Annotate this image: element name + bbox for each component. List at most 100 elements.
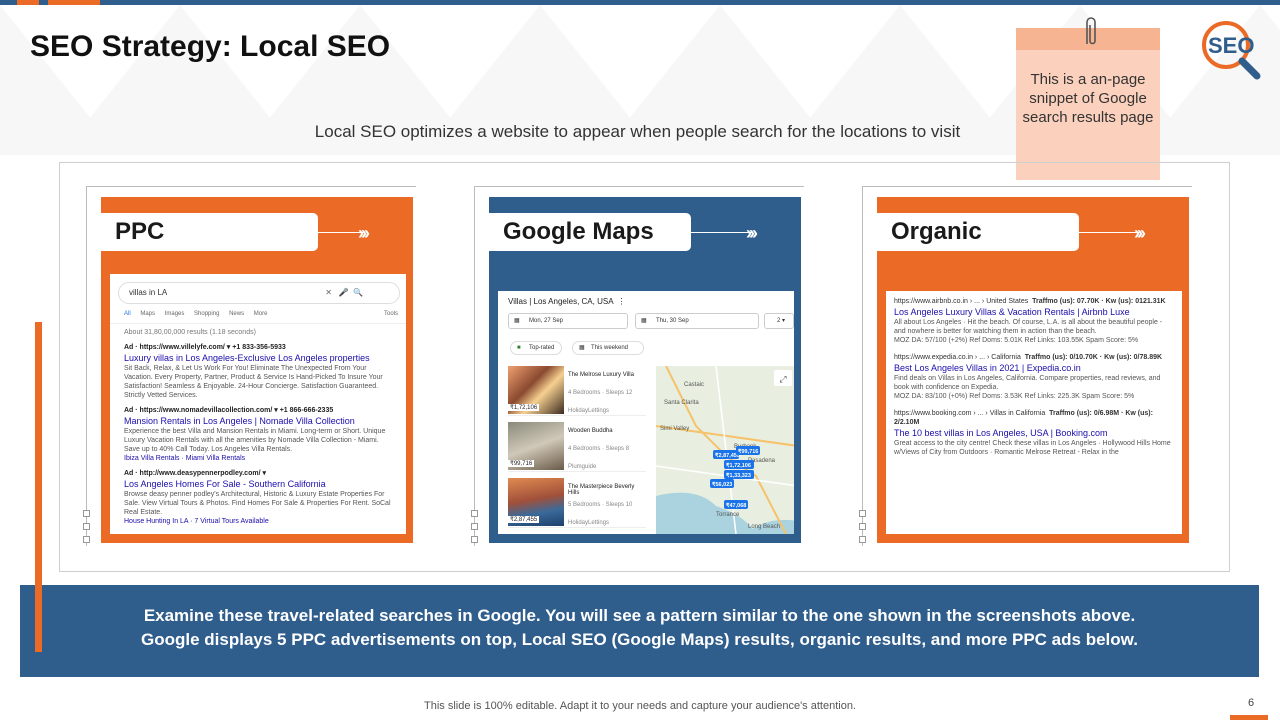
page-accent-bar xyxy=(1230,715,1268,720)
ad-title-link[interactable]: Los Angeles Homes For Sale - Southern Ca… xyxy=(124,478,396,490)
connector-line xyxy=(1079,232,1141,233)
result-url: https://www.expedia.co.in › ... › Califo… xyxy=(894,354,1163,361)
tab-maps[interactable]: Maps xyxy=(140,311,155,317)
organic-screenshot: https://www.airbnb.co.in › ... › United … xyxy=(886,291,1182,534)
ad-title-link[interactable]: Mansion Rentals in Los Angeles | Nomade … xyxy=(124,415,396,427)
clear-icon[interactable]: ✕ 🎤 🔍 xyxy=(325,283,363,303)
tab-all[interactable]: All xyxy=(124,311,131,317)
calendar-icon: ▦ xyxy=(579,345,585,351)
sticky-note: This is a an-page snippet of Google sear… xyxy=(1016,28,1160,180)
result-description: Great access to the city centre! Check t… xyxy=(894,440,1171,456)
map-price-pin: ₹56,023 xyxy=(712,481,732,488)
ad-title-link[interactable]: Luxury villas in Los Angeles-Exclusive L… xyxy=(124,352,396,364)
left-accent-bar xyxy=(35,322,42,652)
hotel-listing[interactable]: ₹1,72,106 The Melrose Luxury Villa 4 Bed… xyxy=(508,366,646,416)
hotel-host: Plumguide xyxy=(568,464,597,470)
result-moz-stats: MOZ DA: 57/100 (+2%) Ref Doms: 5.01K Ref… xyxy=(894,337,1139,344)
ppc-label: PPC xyxy=(101,213,318,251)
result-title-link[interactable]: Best Los Angeles Villas in 2021 | Expedi… xyxy=(894,362,1174,374)
tab-more[interactable]: More xyxy=(254,311,268,317)
this-weekend-chip[interactable]: ▦ This weekend xyxy=(572,341,644,355)
result-description: All about Los Angeles · Hit the beach. O… xyxy=(894,319,1163,335)
hotel-listing[interactable]: ₹99,716 Wooden Buddha 4 Bedrooms · Sleep… xyxy=(508,422,646,472)
slide-title: SEO Strategy: Local SEO xyxy=(30,30,391,63)
ad-url: Ad · https://www.nomadevillacollection.c… xyxy=(124,407,334,414)
map-price-pin: ₹1,72,106 xyxy=(726,462,751,469)
result-title-link[interactable]: Los Angeles Luxury Villas & Vacation Ren… xyxy=(894,306,1174,318)
hotel-price: ₹1,72,106 xyxy=(508,404,540,411)
organic-result: https://www.expedia.co.in › ... › Califo… xyxy=(894,353,1174,401)
ad-result: Ad · http://www.deasypennerpodley.com/ ▾… xyxy=(124,469,396,526)
summary-banner: Examine these travel-related searches in… xyxy=(20,585,1259,677)
ppc-card: PPC ››› villas in LA ✕ 🎤 🔍 All Maps Imag… xyxy=(83,186,416,549)
checkout-date-field[interactable]: ▦ Thu, 30 Sep xyxy=(635,313,759,329)
top-rated-chip[interactable]: ■ Top-rated xyxy=(510,341,562,355)
banner-line-1: Examine these travel-related searches in… xyxy=(143,606,1136,625)
handle-dots xyxy=(859,510,867,549)
tab-shopping[interactable]: Shopping xyxy=(194,311,219,317)
hotel-info: 5 Bedrooms · Sleeps 10 xyxy=(568,502,633,508)
maps-screenshot: Villas | Los Angeles, CA, USA ⋮ ▦ Mon, 2… xyxy=(498,291,794,534)
hotel-name: Wooden Buddha xyxy=(568,428,613,434)
slide-footer: This slide is 100% editable. Adapt it to… xyxy=(424,700,856,712)
chevrons-icon: ››› xyxy=(746,223,758,243)
tab-news[interactable]: News xyxy=(229,311,244,317)
result-title-link[interactable]: The 10 best villas in Los Angeles, USA |… xyxy=(894,427,1174,439)
result-description: Find deals on Villas in Los Angeles, Cal… xyxy=(894,375,1161,391)
ad-description: Browse deasy penner podley's Architectur… xyxy=(124,491,391,516)
checkin-date-field[interactable]: ▦ Mon, 27 Sep xyxy=(508,313,628,329)
google-maps-card: Google Maps ››› Villas | Los Angeles, CA… xyxy=(471,186,804,546)
organic-card: Organic ››› https://www.airbnb.co.in › .… xyxy=(859,186,1192,549)
hotel-listing[interactable]: ₹2,87,455 The Masterpiece Beverly Hills … xyxy=(508,478,646,528)
sticky-note-text: This is a an-page snippet of Google sear… xyxy=(1022,71,1154,126)
google-tabs: All Maps Images Shopping News More Tools xyxy=(110,310,406,324)
map-price-pin: ₹47,068 xyxy=(726,502,746,509)
result-url: https://www.airbnb.co.in › ... › United … xyxy=(894,298,1166,305)
calendar-icon: ▦ xyxy=(641,318,647,324)
banner-line-2: Google displays 5 PPC advertisements on … xyxy=(141,630,1138,649)
map-view[interactable]: ⤢ Castaic Santa Clarita Simi Valley Burb… xyxy=(656,366,794,534)
hotel-name: The Masterpiece Beverly Hills xyxy=(568,484,635,496)
map-place-label: Simi Valley xyxy=(660,426,689,432)
ad-sitelinks[interactable]: House Hunting In LA · 7 Virtual Tours Av… xyxy=(124,517,396,526)
paperclip-icon xyxy=(1086,17,1096,45)
organic-result: https://www.airbnb.co.in › ... › United … xyxy=(894,297,1174,345)
badge-icon: ■ xyxy=(517,345,521,351)
chevrons-icon: ››› xyxy=(358,223,370,243)
google-search-input[interactable]: villas in LA ✕ 🎤 🔍 xyxy=(118,282,400,304)
hotel-price: ₹99,716 xyxy=(508,460,535,467)
expand-map-icon: ⤢ xyxy=(778,374,786,384)
hotel-host: HolidayLettings xyxy=(568,408,610,414)
map-price-pin: ₹1,33,323 xyxy=(726,472,751,479)
chevrons-icon: ››› xyxy=(1134,223,1146,243)
page-number: 6 xyxy=(1248,697,1255,709)
map-place-label: Santa Clarita xyxy=(664,400,699,406)
ad-description: Sit Back, Relax, & Let Us Work For You! … xyxy=(124,365,383,399)
ppc-screenshot: villas in LA ✕ 🎤 🔍 All Maps Images Shopp… xyxy=(110,274,406,534)
ad-url: Ad · https://www.villelyfe.com/ ▾ +1 833… xyxy=(124,344,286,351)
guests-select[interactable]: 2 ▾ xyxy=(764,313,794,329)
maps-header: Villas | Los Angeles, CA, USA ⋮ xyxy=(508,297,626,306)
organic-result: https://www.booking.com › ... › Villas i… xyxy=(894,409,1174,457)
google-maps-label: Google Maps xyxy=(489,213,691,251)
map-place-label: Castaic xyxy=(684,382,704,388)
ad-result: Ad · https://www.villelyfe.com/ ▾ +1 833… xyxy=(124,343,396,400)
organic-label: Organic xyxy=(877,213,1079,251)
ad-description: Experience the best Villa and Mansion Re… xyxy=(124,428,386,453)
hotel-host: HolidayLettings xyxy=(568,520,610,526)
ad-url: Ad · http://www.deasypennerpodley.com/ ▾ xyxy=(124,470,266,477)
tab-tools[interactable]: Tools xyxy=(384,310,398,319)
map-place-label: Torrance xyxy=(716,512,740,518)
handle-dots xyxy=(83,510,91,549)
map-price-pin: ₹99,716 xyxy=(738,448,758,455)
hotel-info: 4 Bedrooms · Sleeps 8 xyxy=(568,446,630,452)
search-query: villas in LA xyxy=(129,288,168,297)
ad-sitelinks[interactable]: Ibiza Villa Rentals · Miami Villa Rental… xyxy=(124,454,396,463)
logo-text: SEO xyxy=(1208,33,1254,58)
hotel-info: 4 Bedrooms · Sleeps 12 xyxy=(568,390,633,396)
tab-images[interactable]: Images xyxy=(165,311,185,317)
hotel-name: The Melrose Luxury Villa xyxy=(568,372,634,378)
result-url: https://www.booking.com › ... › Villas i… xyxy=(894,410,1153,426)
calendar-icon: ▦ xyxy=(514,318,520,324)
ad-result: Ad · https://www.nomadevillacollection.c… xyxy=(124,406,396,463)
